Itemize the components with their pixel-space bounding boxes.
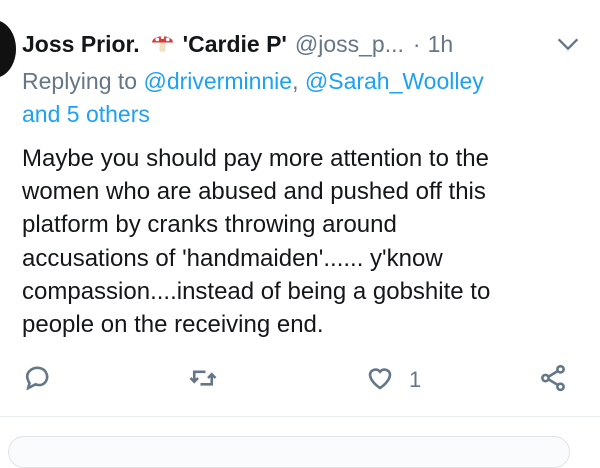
action-bar: 1 <box>0 360 600 405</box>
share-icon <box>538 363 568 398</box>
reply-box[interactable] <box>8 436 570 468</box>
like-count: 1 <box>409 367 422 392</box>
chevron-down-icon[interactable] <box>554 30 582 58</box>
retweet-icon <box>188 363 218 398</box>
tweet-header: Joss Prior. 'Cardie P' @joss_p... · 1h <box>22 28 582 60</box>
reply-others-link[interactable]: and 5 others <box>22 101 150 127</box>
retweet-button[interactable] <box>188 360 218 400</box>
like-button[interactable]: 1 <box>365 360 421 400</box>
separator: · <box>412 30 421 57</box>
avatar[interactable] <box>0 20 16 78</box>
mushroom-icon <box>150 29 175 60</box>
tweet-text-line: people on the receiving end. <box>22 311 324 339</box>
reply-button[interactable] <box>22 360 52 400</box>
reply-comma: , <box>292 68 299 94</box>
comment-icon <box>22 363 52 398</box>
tweet-text-line: accusations of 'handmaiden'...... y'know <box>22 244 443 272</box>
display-name[interactable]: Joss Prior. <box>22 31 140 58</box>
reply-context: Replying to @driverminnie, @Sarah_Woolle… <box>22 65 582 131</box>
tweet-text: Maybe you should pay more attention to t… <box>22 142 582 341</box>
reply-user-link[interactable]: @driverminnie <box>143 68 292 94</box>
tweet-text-line: compassion....instead of being a gobshit… <box>22 277 491 305</box>
tweet-text-line: platform by cranks throwing around <box>22 211 397 239</box>
share-button[interactable] <box>538 360 568 400</box>
tweet-text-line: Maybe you should pay more attention to t… <box>22 145 489 172</box>
timestamp[interactable]: 1h <box>428 31 454 58</box>
reply-user-link[interactable]: @Sarah_Woolley <box>305 68 484 94</box>
reply-prefix: Replying to <box>22 68 138 94</box>
tweet-text-line: women who are abused and pushed off this <box>22 178 486 206</box>
name-suffix: 'Cardie P' <box>182 30 287 57</box>
heart-icon <box>365 363 395 398</box>
handle[interactable]: @joss_p... <box>295 31 404 58</box>
divider <box>0 416 600 417</box>
